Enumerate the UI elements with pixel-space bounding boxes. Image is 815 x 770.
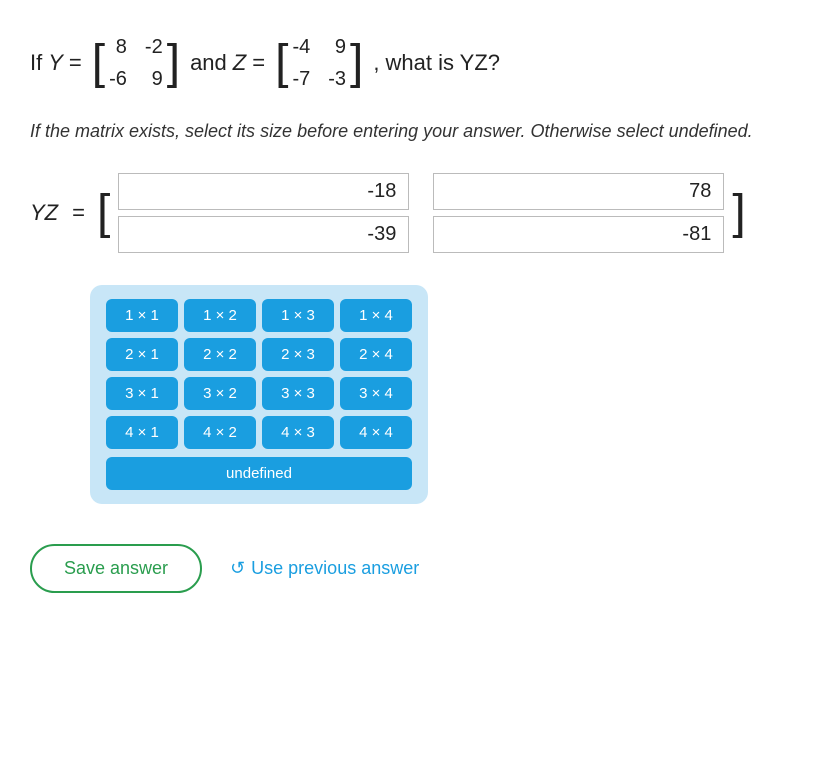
z-variable: Z <box>233 50 246 76</box>
if-label: If <box>30 50 42 76</box>
eq-y: = <box>69 50 82 76</box>
y-matrix-grid: 8 -2 -6 9 <box>105 30 167 96</box>
z-cell-00: -4 <box>292 32 310 62</box>
z-cell-01: 9 <box>328 32 346 62</box>
undefined-button[interactable]: undefined <box>106 457 412 490</box>
instructions: If the matrix exists, select its size be… <box>30 118 785 145</box>
answer-grid <box>110 169 732 257</box>
y-cell-10: -6 <box>109 64 127 94</box>
y-cell-00: 8 <box>109 32 127 62</box>
size-btn-1x4[interactable]: 1 × 4 <box>340 299 412 332</box>
size-btn-4x1[interactable]: 4 × 1 <box>106 416 178 449</box>
refresh-icon: ↺ <box>230 558 245 579</box>
bracket-left-z: [ <box>275 39 288 87</box>
size-btn-4x4[interactable]: 4 × 4 <box>340 416 412 449</box>
z-matrix-grid: -4 9 -7 -3 <box>288 30 350 96</box>
y-matrix: [ 8 -2 -6 9 ] <box>92 30 180 96</box>
save-answer-button[interactable]: Save answer <box>30 544 202 593</box>
y-cell-01: -2 <box>145 32 163 62</box>
answer-cell-10[interactable] <box>118 216 409 253</box>
y-cell-11: 9 <box>145 64 163 94</box>
y-variable: Y <box>48 50 63 76</box>
bottom-row: Save answer ↺ Use previous answer <box>30 544 785 593</box>
comma: , <box>373 50 379 76</box>
answer-section: YZ = [ ] <box>30 169 785 257</box>
question-text: what is YZ? <box>386 50 501 76</box>
size-btn-1x3[interactable]: 1 × 3 <box>262 299 334 332</box>
bracket-left-y: [ <box>92 39 105 87</box>
z-cell-11: -3 <box>328 64 346 94</box>
bracket-right-y: ] <box>167 39 180 87</box>
size-btn-3x2[interactable]: 3 × 2 <box>184 377 256 410</box>
bracket-right-z: ] <box>350 39 363 87</box>
answer-eq-sign: = <box>72 200 85 226</box>
size-btn-2x4[interactable]: 2 × 4 <box>340 338 412 371</box>
z-matrix: [ -4 9 -7 -3 ] <box>275 30 363 96</box>
size-btn-3x1[interactable]: 3 × 1 <box>106 377 178 410</box>
size-grid: 1 × 1 1 × 2 1 × 3 1 × 4 2 × 1 2 × 2 2 × … <box>106 299 412 449</box>
size-btn-3x3[interactable]: 3 × 3 <box>262 377 334 410</box>
answer-cell-11[interactable] <box>433 216 724 253</box>
size-btn-4x2[interactable]: 4 × 2 <box>184 416 256 449</box>
size-btn-4x3[interactable]: 4 × 3 <box>262 416 334 449</box>
bracket-right-answer: ] <box>732 189 745 237</box>
bracket-left-answer: [ <box>97 189 110 237</box>
z-cell-10: -7 <box>292 64 310 94</box>
size-btn-3x4[interactable]: 3 × 4 <box>340 377 412 410</box>
yz-label: YZ <box>30 200 58 226</box>
size-btn-1x2[interactable]: 1 × 2 <box>184 299 256 332</box>
size-selector-panel: 1 × 1 1 × 2 1 × 3 1 × 4 2 × 1 2 × 2 2 × … <box>90 285 428 504</box>
size-btn-2x3[interactable]: 2 × 3 <box>262 338 334 371</box>
problem-statement: If Y = [ 8 -2 -6 9 ] and Z = [ -4 9 -7 -… <box>30 30 785 96</box>
answer-cell-00[interactable] <box>118 173 409 210</box>
and-label: and <box>190 50 227 76</box>
size-btn-2x2[interactable]: 2 × 2 <box>184 338 256 371</box>
use-prev-label: Use previous answer <box>251 558 419 579</box>
answer-matrix-wrap: [ ] <box>97 169 746 257</box>
use-previous-answer-button[interactable]: ↺ Use previous answer <box>230 558 419 579</box>
size-btn-2x1[interactable]: 2 × 1 <box>106 338 178 371</box>
size-btn-1x1[interactable]: 1 × 1 <box>106 299 178 332</box>
answer-cell-01[interactable] <box>433 173 724 210</box>
eq-z: = <box>252 50 265 76</box>
